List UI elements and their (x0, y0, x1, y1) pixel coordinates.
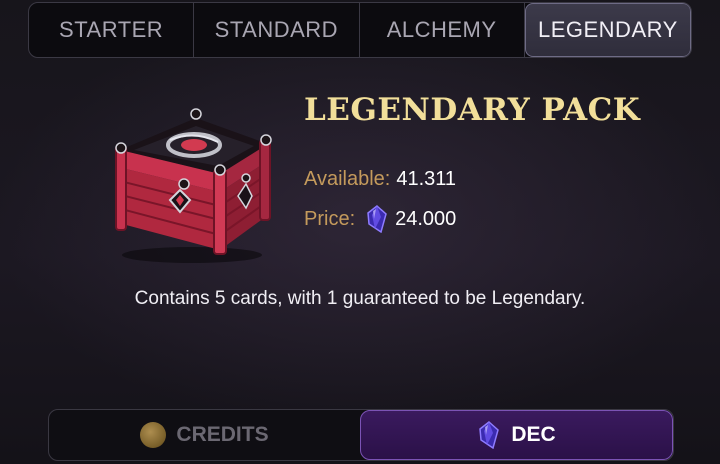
legendary-chest-icon (115, 108, 272, 263)
credits-button[interactable]: CREDITS (49, 410, 360, 460)
tab-alchemy[interactable]: ALCHEMY (360, 3, 525, 57)
available-label: Available: (304, 168, 391, 190)
dec-label: DEC (511, 423, 556, 446)
dec-button[interactable]: DEC (360, 410, 673, 460)
tab-starter[interactable]: STARTER (29, 3, 195, 57)
available-row: Available: 41.311 (304, 168, 456, 191)
tab-standard[interactable]: STANDARD (194, 3, 360, 57)
price-row: Price: 24.000 (304, 205, 456, 233)
dec-gem-icon (479, 421, 500, 449)
dec-gem-icon (367, 205, 387, 233)
pack-tabs: STARTER STANDARD ALCHEMY LEGENDARY (28, 2, 692, 58)
tab-legendary[interactable]: LEGENDARY (524, 3, 691, 57)
available-value: 41.311 (396, 168, 457, 190)
pack-title: LEGENDARY PACK (304, 92, 641, 128)
price-label: Price: (304, 207, 356, 230)
credits-label: CREDITS (176, 423, 269, 446)
credits-coin-icon (140, 422, 167, 448)
currency-toggle: CREDITS DEC (48, 409, 674, 461)
price-value: 24.000 (395, 207, 457, 230)
pack-description: Contains 5 cards, with 1 guaranteed to b… (134, 288, 586, 309)
